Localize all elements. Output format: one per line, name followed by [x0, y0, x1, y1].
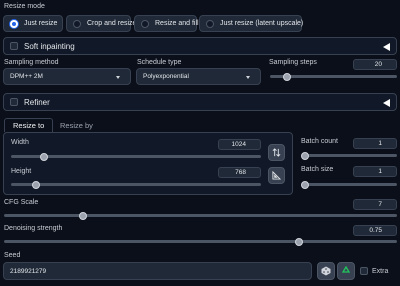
radio-unselected-icon [141, 19, 149, 28]
height-label: Height [11, 168, 32, 175]
tab-resize-by[interactable]: Resize by [52, 118, 101, 132]
chevron-down-icon [246, 76, 250, 79]
reuse-seed-button[interactable] [337, 262, 355, 280]
refiner-accordion[interactable]: Refiner [3, 93, 397, 111]
resize-mode-label: Resize mode [4, 3, 45, 10]
sampling-method-label: Sampling method [4, 59, 59, 66]
slider-handle[interactable] [282, 72, 291, 81]
extra-checkbox-box[interactable] [360, 267, 368, 275]
seed-input[interactable]: 2189921279 [3, 262, 312, 280]
soft-inpainting-checkbox[interactable] [10, 42, 18, 50]
aspect-ratio-button[interactable] [268, 167, 285, 184]
cfg-scale-input[interactable]: 7 [353, 199, 397, 210]
tab-resize-to[interactable]: Resize to [4, 118, 54, 132]
sampling-method-value: DPM++ 2M [10, 73, 43, 80]
recycle-icon [341, 266, 351, 273]
width-label: Width [11, 139, 29, 146]
width-input[interactable]: 1024 [218, 139, 261, 150]
refiner-title: Refiner [24, 97, 50, 107]
radio-resize-and-fill[interactable]: Resize and fill [134, 15, 199, 32]
slider-handle[interactable] [32, 180, 40, 189]
radio-crop-and-resize[interactable]: Crop and resize [66, 15, 136, 32]
radio-selected-icon [10, 19, 18, 28]
denoising-strength-slider[interactable] [4, 237, 397, 246]
batch-count-slider[interactable] [301, 151, 397, 160]
slider-handle[interactable] [294, 237, 303, 246]
batch-count-input[interactable]: 1 [353, 138, 397, 149]
swap-vertical-icon [272, 148, 281, 157]
schedule-type-label: Schedule type [137, 59, 182, 66]
height-input[interactable]: 768 [218, 167, 261, 178]
schedule-type-value: Polyexponential [143, 73, 189, 80]
chevron-down-icon [116, 76, 120, 79]
refiner-checkbox[interactable] [10, 98, 18, 106]
triangle-ruler-icon [272, 171, 281, 180]
batch-size-slider[interactable] [301, 180, 397, 189]
radio-label: Just resize (latent upscale) [220, 20, 304, 27]
sampling-steps-label: Sampling steps [269, 59, 317, 66]
seed-label: Seed [4, 252, 21, 259]
slider-handle[interactable] [39, 152, 48, 161]
denoising-strength-label: Denoising strength [4, 225, 63, 232]
soft-inpainting-title: Soft inpainting [24, 41, 75, 51]
cfg-scale-label: CFG Scale [4, 199, 39, 206]
collapse-triangle-icon[interactable] [383, 43, 390, 51]
cfg-scale-slider[interactable] [4, 211, 397, 220]
slider-handle[interactable] [78, 211, 87, 220]
height-slider[interactable] [11, 180, 261, 189]
radio-unselected-icon [206, 19, 214, 28]
width-slider[interactable] [11, 152, 261, 161]
sampling-steps-slider[interactable] [270, 72, 397, 81]
batch-count-label: Batch count [301, 138, 338, 145]
schedule-type-select[interactable]: Polyexponential [136, 68, 261, 85]
radio-just-resize[interactable]: Just resize [3, 15, 63, 32]
sampling-method-select[interactable]: DPM++ 2M [3, 68, 131, 85]
denoising-strength-input[interactable]: 0.75 [353, 225, 397, 236]
dice-icon [321, 266, 331, 276]
extra-checkbox[interactable] [360, 267, 368, 277]
sampling-steps-input[interactable]: 20 [353, 59, 397, 70]
soft-inpainting-accordion[interactable]: Soft inpainting [3, 37, 397, 55]
collapse-triangle-icon[interactable] [383, 99, 390, 107]
radio-just-resize-latent-upscale[interactable]: Just resize (latent upscale) [199, 15, 304, 32]
extra-label: Extra [372, 268, 389, 275]
random-seed-button[interactable] [317, 262, 335, 280]
batch-size-label: Batch size [301, 166, 334, 173]
slider-handle[interactable] [301, 180, 309, 189]
swap-dimensions-button[interactable] [268, 144, 285, 161]
radio-label: Resize and fill [155, 20, 199, 27]
batch-size-input[interactable]: 1 [353, 166, 397, 177]
radio-unselected-icon [73, 19, 81, 28]
radio-label: Just resize [24, 20, 58, 27]
radio-label: Crop and resize [87, 20, 137, 27]
slider-handle[interactable] [301, 151, 309, 160]
